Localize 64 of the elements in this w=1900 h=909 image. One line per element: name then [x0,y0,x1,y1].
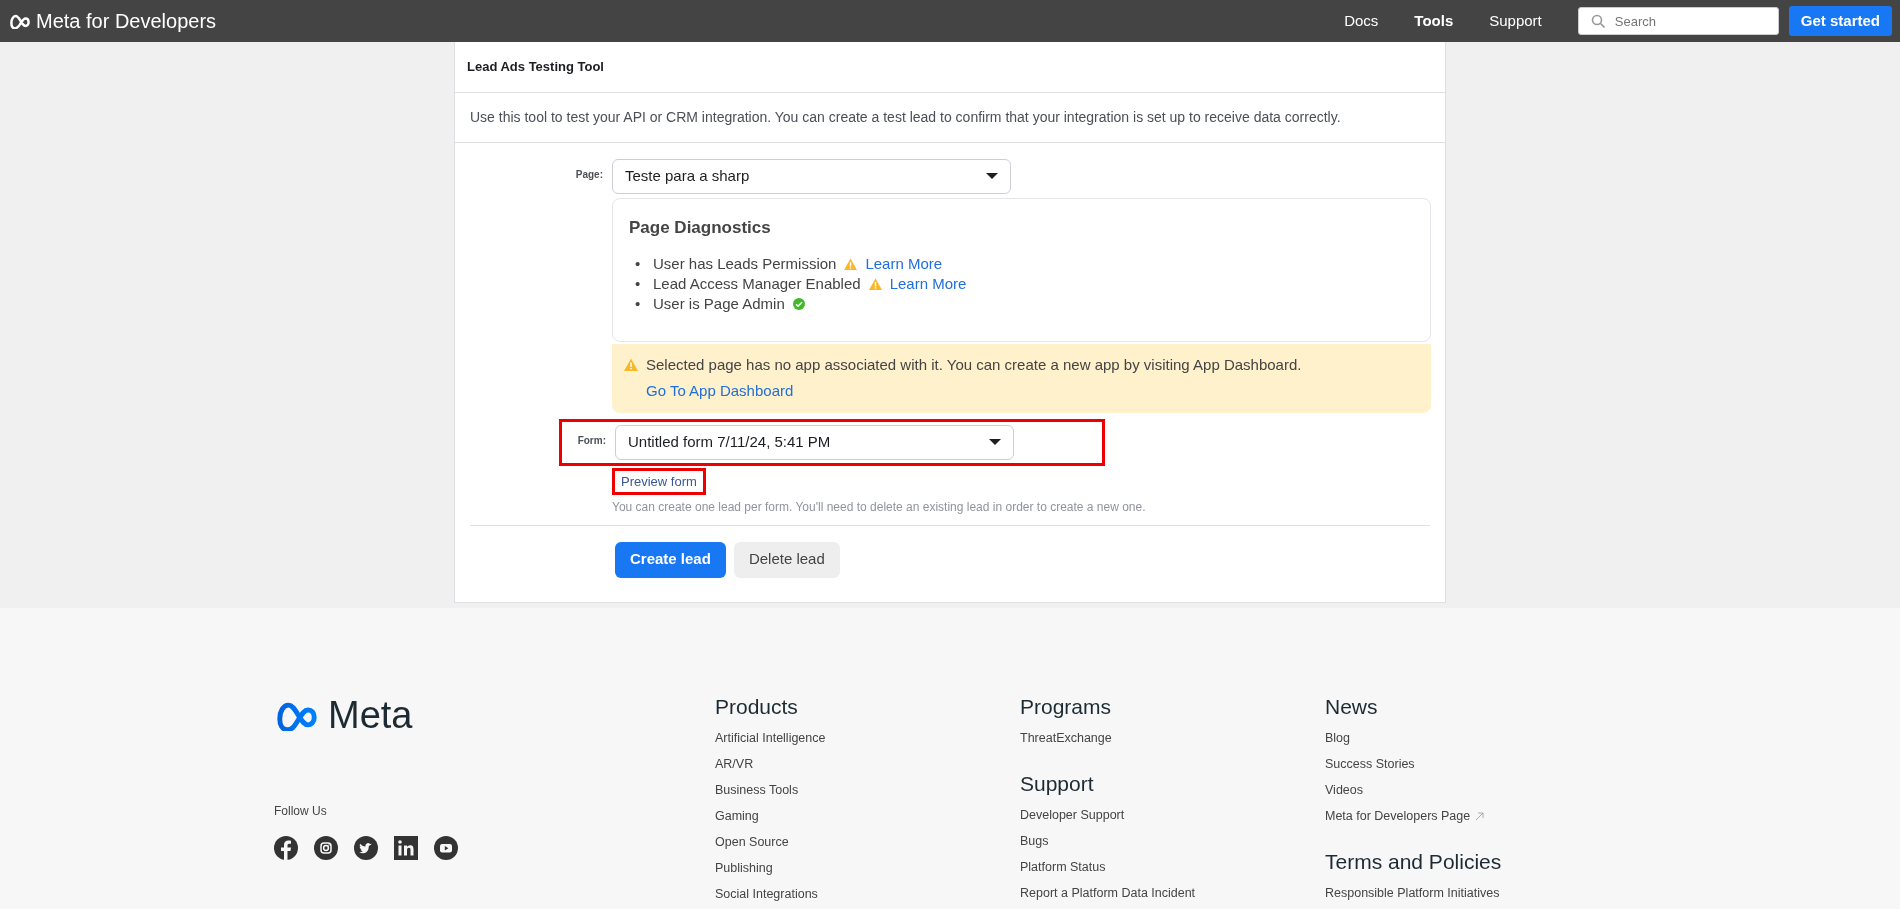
footer-link[interactable]: Bugs [1020,828,1325,854]
warning-icon [868,278,882,290]
field-label: Form: [576,433,607,448]
footer-link[interactable]: Gaming [715,803,1020,829]
field-label: Page: [574,167,604,182]
learn-more-link[interactable]: Learn More [889,275,967,292]
footer-link[interactable]: Responsible Platform Initiatives [1325,880,1630,906]
diagnostic-text: User is Page Admin [653,295,785,312]
footer-heading: News [1325,696,1379,717]
bullet: • [635,254,642,274]
caret-icon [986,173,998,179]
follow-label: Follow Us [274,803,328,820]
diagnostic-text: User has Leads Permission [653,255,837,272]
description-text: Use this tool to test your API or CRM integration. You can create a test lead to confirm that your integration is set up to receive data correctly. [455,92,1445,143]
search-icon [1590,14,1605,28]
dropdown-field[interactable]: Teste para a sharp [612,158,1011,194]
footer-link[interactable]: Open Source [715,829,1020,855]
search-field[interactable]: Search [1577,7,1779,35]
nav-link[interactable]: Docs [1344,9,1379,33]
meta-logo-icon [8,13,32,29]
diagnostics-title: Page Diagnostics [629,216,772,239]
check-icon [792,298,805,310]
play-icon[interactable] [434,836,458,860]
footer-link[interactable]: ThreatExchange [1020,725,1325,751]
footer-heading: Programs [1020,696,1113,717]
footer-link[interactable]: Artificial Intelligence [715,725,1020,751]
linkedin-icon[interactable] [394,836,418,860]
alert-text: Selected page has no app associated with it. You can create a new app by visiting App Dashboard. [646,354,1302,375]
warning-icon [624,357,638,371]
delete-button[interactable]: Delete lead [733,541,840,578]
footer-heading: Products [715,696,799,717]
footer-link[interactable]: Business Tools [715,777,1020,803]
footer-heading: Support [1020,773,1095,794]
dropdown-field[interactable]: Untitled form 7/11/24, 5:41 PM [615,424,1014,460]
footer-link[interactable]: AR/VR [715,751,1020,777]
card-title: Lead Ads Testing Tool [455,42,1445,93]
diagnostic-text: Lead Access Manager Enabled [653,275,861,292]
facebook-icon[interactable] [274,836,298,860]
preview-link[interactable]: Preview form [621,471,697,491]
nav-link[interactable]: Support [1489,9,1542,33]
logo-text: Meta for Developers [36,9,217,34]
learn-more-link[interactable]: Learn More [865,255,943,272]
bullet: • [635,294,642,314]
caret-icon [989,439,1001,445]
footer-link[interactable]: Report a Platform Data Incident [1020,880,1325,906]
footer-link[interactable]: Platform Status [1020,854,1325,880]
warning-icon [844,258,858,270]
get-started-button[interactable]: Get started [1788,6,1892,36]
footer-logo-text: Meta [328,696,413,734]
footer-link[interactable]: Social Integrations [715,881,1020,907]
bird-icon[interactable] [354,836,378,860]
nav-link[interactable]: Tools [1414,9,1454,33]
footer-heading: Terms and Policies [1325,851,1503,872]
instagram-icon[interactable] [314,836,338,860]
dashboard-link[interactable]: Go To App Dashboard [646,380,794,403]
footer-link[interactable]: Meta for Developers Page [1325,803,1630,829]
note-text: You can create one lead per form. You'll need to delete an existing lead in order to create a new one. [612,498,1147,516]
footer-link[interactable]: Publishing [715,855,1020,881]
footer-link[interactable]: Developer Support [1020,802,1325,828]
create-button[interactable]: Create lead [615,541,726,578]
footer-link[interactable]: Videos [1325,777,1630,803]
bullet: • [635,274,642,294]
footer-link[interactable]: Blog [1325,725,1630,751]
footer-link[interactable]: Success Stories [1325,751,1630,777]
